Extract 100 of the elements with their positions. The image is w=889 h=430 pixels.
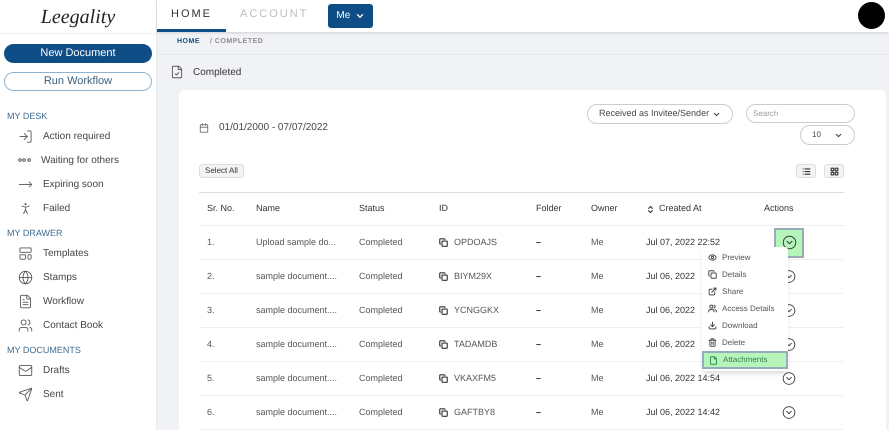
copy-icon[interactable] [439,374,448,383]
page-size-select[interactable]: 10 [800,125,855,145]
table-cell-text: Me [591,372,605,385]
copy-icon[interactable] [439,340,448,349]
sidebar-item[interactable]: Sent [0,382,156,406]
file-icon [709,356,718,364]
share-icon [708,287,717,296]
table-cell-text: 1. [206,236,216,249]
sidebar-item[interactable]: Stamps [0,265,156,289]
table-cell-text: OPDOAJS [454,236,498,249]
table-cell: Jul 06, 2022 [646,270,696,281]
table-cell-text: – [536,372,542,385]
copy-icon[interactable] [439,238,448,247]
calendar-icon [199,122,209,132]
actions-button[interactable] [782,406,796,420]
table-cell-text: sample document.... [256,304,338,317]
people-icon [708,304,717,313]
table-cell: Jul 07, 2022 22:52 [646,236,720,247]
filter-select[interactable]: Received as Invitee/Sender [587,104,733,124]
section-heading: MY DOCUMENTS [6,344,82,357]
column-header: Sr. No. [207,202,235,216]
menu-item[interactable]: Download [702,317,788,334]
table-cell-text: 4. [206,338,216,351]
chevron-circle-icon [782,371,796,386]
column-header: Name [256,202,280,216]
search-field[interactable]: Search [746,104,855,123]
table-cell-text: Completed [359,304,404,317]
sidebar-item[interactable]: Expiring soon [0,172,156,196]
table-cell-text: Me [591,270,605,283]
column-header: Folder [536,202,562,216]
nav-tab[interactable]: HOME [157,0,226,32]
chevron-circle-icon [782,235,796,250]
chevron-circle-icon [782,405,796,420]
new-document-button[interactable]: New Document [4,44,152,63]
table-cell: Jul 06, 2022 [646,338,696,349]
table-cell: Jul 06, 2022 [646,304,696,315]
table-cell-text: Me [591,338,605,351]
sidebar-item[interactable]: Templates [0,241,156,265]
arrow-in-icon [18,128,33,144]
table-cell: Jul 06, 2022 14:54 [646,372,720,383]
sidebar-item[interactable]: Failed [0,196,156,220]
sort-icon [646,204,655,214]
run-workflow-button[interactable]: Run Workflow [4,72,152,91]
send-icon [18,386,33,402]
table-cell-text: Completed [359,236,404,249]
page-title: Completed [193,66,242,80]
copy-icon[interactable] [439,272,448,281]
avatar[interactable] [858,2,885,30]
menu-item[interactable]: Access Details [702,300,788,317]
copy-icon[interactable] [439,306,448,315]
document-icon [18,294,33,308]
menu-item[interactable]: Details [702,266,788,283]
table-cell-text: Completed [359,270,404,283]
menu-item[interactable]: Delete [702,334,788,351]
table-cell-text: – [536,270,542,283]
select-all-button[interactable]: Select All [199,164,244,178]
user-menu-button[interactable]: Me [328,4,374,28]
list-icon [802,166,810,176]
sidebar-item[interactable]: Waiting for others [0,148,156,172]
sidebar-item[interactable]: Contact Book [0,313,156,337]
section-heading: MY DESK [6,110,48,123]
table-cell-text: 6. [206,406,216,419]
dots-icon [18,158,31,162]
table-cell-text: – [536,338,542,351]
table-cell-text: VKAXFM5 [454,372,496,385]
table-cell-text: 3. [206,304,216,317]
menu-item[interactable]: Preview [702,249,788,266]
date-range[interactable]: 01/01/2000 - 07/07/2022 [219,120,328,135]
column-header[interactable]: Created At [659,202,702,216]
table-cell: Jul 06, 2022 14:42 [646,406,720,417]
table-cell-text: Upload sample do... [256,236,338,249]
document-icon [170,65,184,80]
section-heading: MY DRAWER [6,227,64,240]
table-cell-text: – [536,406,542,419]
table-cell-text: – [536,236,542,249]
actions-button[interactable] [782,372,796,386]
people-icon [18,318,33,332]
table-cell-text: – [536,304,542,317]
copy-icon[interactable] [439,408,448,417]
menu-item[interactable]: Share [702,283,788,300]
sidebar-item[interactable]: Workflow [0,289,156,313]
logo[interactable]: Leegality [40,2,116,32]
table-cell-text: 5. [206,372,216,385]
sidebar-item[interactable]: Drafts [0,358,156,382]
sidebar-item[interactable]: Action required [0,124,156,148]
template-icon [18,246,33,260]
table-cell-text: sample document.... [256,270,338,283]
grid-icon [830,166,838,176]
grid-view-button[interactable] [824,164,844,178]
list-view-button[interactable] [796,164,816,178]
table-cell-text: Completed [359,406,404,419]
table-cell-text: BIYM29X [454,270,492,283]
table-cell-text: GAFTBY8 [454,406,496,419]
table-cell-text: Completed [359,338,404,351]
table-cell-text: Me [591,236,605,249]
table-cell-text: sample document.... [256,338,338,351]
menu-item[interactable]: Attachments [702,351,788,369]
table-cell-text: Completed [359,372,404,385]
table-cell-text: TADAMDB [454,338,498,351]
column-header: Status [359,202,385,216]
